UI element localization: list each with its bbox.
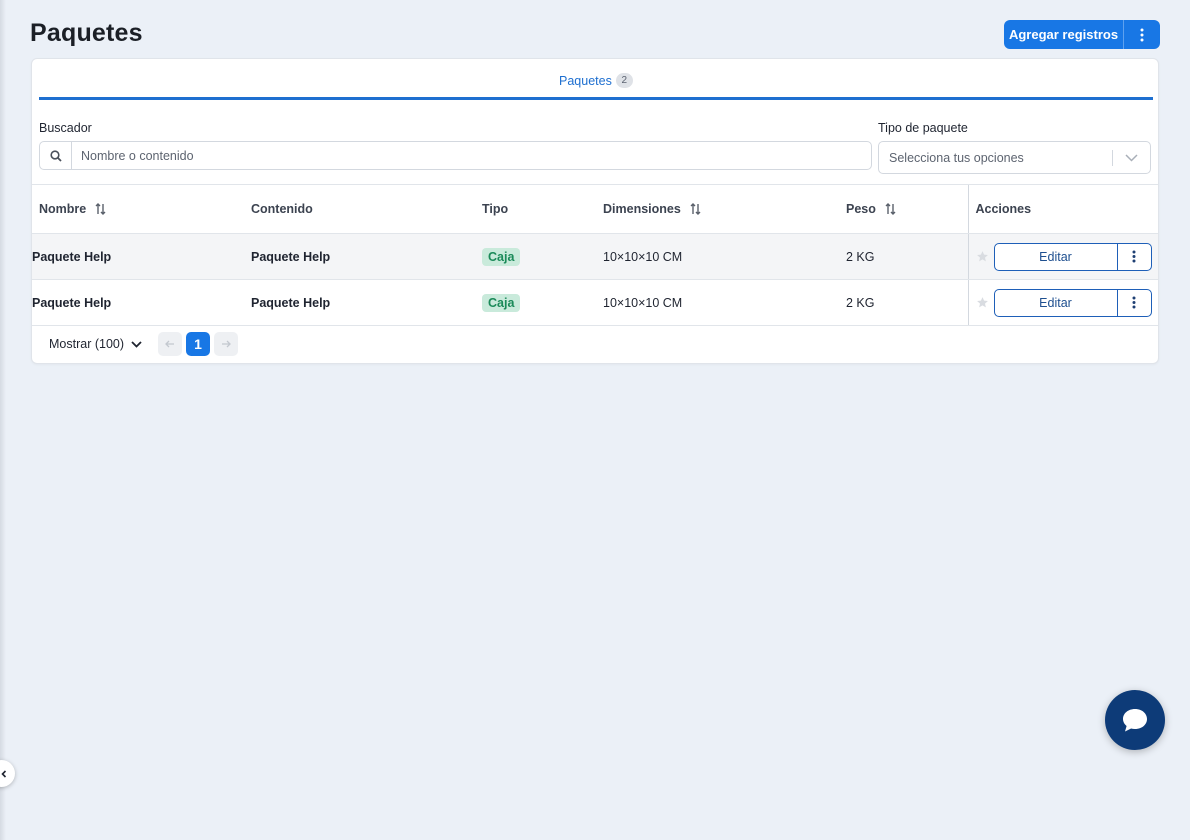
cell-peso: 2 KG <box>846 279 968 326</box>
cell-nombre: Paquete Help <box>32 233 251 280</box>
pagination: 1 <box>158 332 239 356</box>
table-header-row: Nombre Contenido Tipo Dimensiones Peso A… <box>32 184 1158 234</box>
page-size-label: Mostrar (100) <box>49 337 125 351</box>
search-field <box>39 141 872 170</box>
row-more-button[interactable] <box>1116 289 1151 316</box>
chat-bubble-icon <box>1123 709 1147 732</box>
column-header-nombre: Nombre <box>32 184 251 234</box>
cell-dimensiones: 10×10×10 CM <box>603 233 846 280</box>
table-row[interactable]: Paquete Help Paquete Help Caja 10×10×10 … <box>32 233 1158 280</box>
row-more-button[interactable] <box>1116 243 1151 270</box>
prev-page-button[interactable] <box>158 332 183 356</box>
type-badge: Caja <box>482 247 521 266</box>
cell-contenido: Paquete Help <box>251 233 482 280</box>
page-size-select[interactable]: Mostrar (100) <box>49 337 142 351</box>
tab-paquetes[interactable]: Paquetes 2 <box>559 73 633 88</box>
arrow-left-icon <box>165 340 175 348</box>
column-header-tipo: Tipo <box>482 184 603 234</box>
kebab-vertical-icon <box>1132 250 1136 263</box>
table-footer: Mostrar (100) 1 <box>32 325 1158 363</box>
packages-card: Paquetes 2 Buscador Tipo de paquete Sele… <box>31 58 1159 364</box>
column-header-dimensiones: Dimensiones <box>603 184 846 234</box>
edit-button[interactable]: Editar <box>995 290 1117 316</box>
search-icon <box>40 142 72 169</box>
edit-button-group: Editar <box>993 242 1152 271</box>
edit-button[interactable]: Editar <box>995 244 1117 270</box>
column-label: Acciones <box>975 202 1032 216</box>
table-row[interactable]: Paquete Help Paquete Help Caja 10×10×10 … <box>32 279 1158 326</box>
column-header-contenido: Contenido <box>251 184 482 234</box>
edit-button-group: Editar <box>993 288 1152 317</box>
kebab-vertical-icon <box>1132 296 1136 309</box>
sort-icon[interactable] <box>690 203 701 215</box>
type-badge: Caja <box>482 293 521 312</box>
chevron-left-icon <box>1 769 7 778</box>
cell-tipo: Caja <box>482 279 603 326</box>
chevron-down-icon <box>131 340 142 348</box>
column-label: Dimensiones <box>603 202 681 216</box>
column-label: Tipo <box>482 202 509 216</box>
tab-label: Paquetes <box>559 73 612 88</box>
search-label: Buscador <box>39 121 92 135</box>
column-label: Contenido <box>251 202 313 216</box>
add-records-button[interactable]: Agregar registros <box>1004 20 1123 49</box>
page-title: Paquetes <box>30 19 143 47</box>
column-label: Nombre <box>39 202 87 216</box>
cell-nombre: Paquete Help <box>32 279 251 326</box>
packages-table: Nombre Contenido Tipo Dimensiones Peso A… <box>32 184 1158 326</box>
cell-dimensiones: 10×10×10 CM <box>603 279 846 326</box>
header-more-button[interactable] <box>1123 20 1160 49</box>
sort-icon[interactable] <box>885 203 896 215</box>
package-type-select[interactable]: Selecciona tus opciones <box>878 141 1151 174</box>
column-label: Peso <box>846 202 876 216</box>
cell-acciones: Editar <box>967 233 1158 280</box>
kebab-vertical-icon <box>1140 28 1144 41</box>
package-type-placeholder: Selecciona tus opciones <box>889 150 1024 165</box>
sidebar-edge <box>0 0 6 840</box>
cell-acciones: Editar <box>967 279 1158 326</box>
cell-tipo: Caja <box>482 233 603 280</box>
sidebar-toggle-button[interactable] <box>0 760 15 787</box>
page-number-button[interactable]: 1 <box>186 332 211 356</box>
cell-peso: 2 KG <box>846 233 968 280</box>
column-header-acciones: Acciones <box>967 184 1158 234</box>
arrow-right-icon <box>222 340 231 348</box>
add-records-button-group: Agregar registros <box>1004 20 1160 49</box>
star-icon[interactable] <box>976 250 989 263</box>
tab-bar: Paquetes 2 <box>39 59 1153 100</box>
star-icon[interactable] <box>976 296 989 309</box>
search-input[interactable] <box>72 142 871 169</box>
column-header-peso: Peso <box>846 184 968 234</box>
tab-count-badge: 2 <box>615 73 633 88</box>
next-page-button[interactable] <box>214 332 239 356</box>
sort-icon[interactable] <box>95 203 106 215</box>
chat-button[interactable] <box>1105 690 1165 750</box>
cell-contenido: Paquete Help <box>251 279 482 326</box>
chevron-down-icon <box>1113 153 1150 162</box>
package-type-label: Tipo de paquete <box>878 121 968 135</box>
